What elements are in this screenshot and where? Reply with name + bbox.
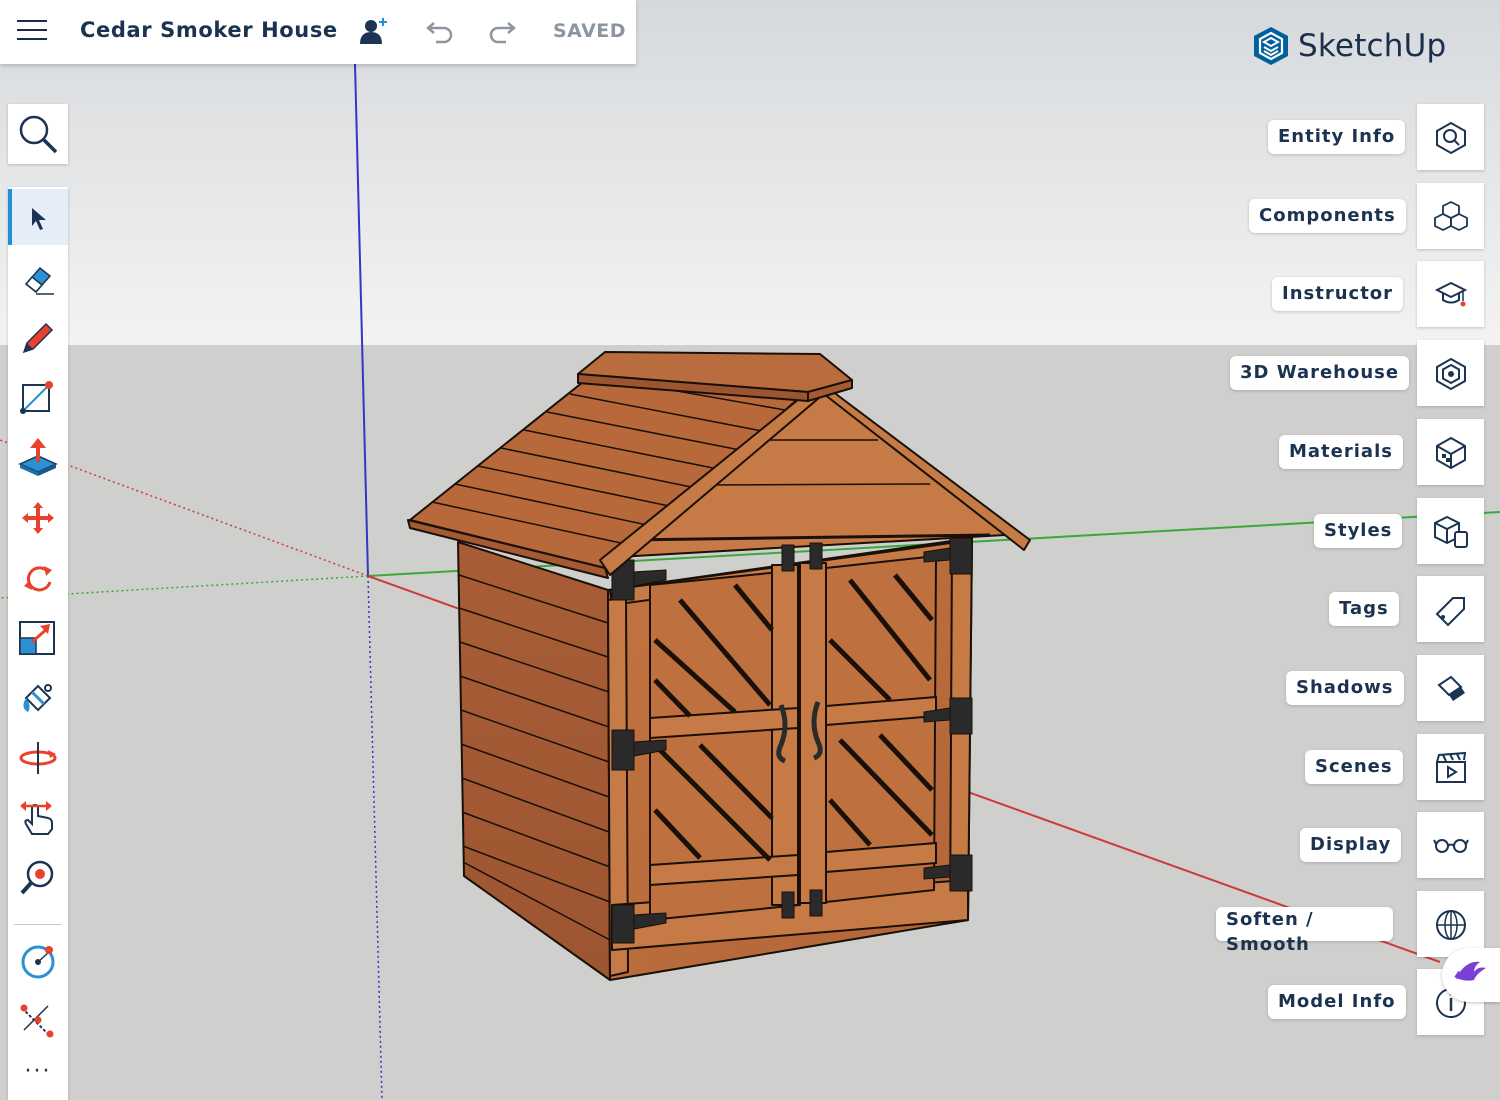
panel-label-entity-info[interactable]: Entity Info	[1268, 120, 1406, 154]
panel-label-model-info[interactable]: Model Info	[1268, 985, 1406, 1019]
scale-icon	[19, 621, 55, 655]
circle-tool[interactable]	[8, 931, 68, 987]
search-icon	[19, 115, 58, 154]
scenes-icon	[1436, 751, 1467, 783]
panel-label-soften-smooth[interactable]: Soften / Smooth	[1216, 907, 1393, 955]
scale-tool[interactable]	[8, 609, 68, 665]
tool-palette: ···	[8, 187, 68, 1100]
styles-button[interactable]	[1417, 498, 1484, 564]
arrow-cursor-icon	[32, 208, 46, 230]
glasses-icon	[1433, 839, 1469, 853]
toolbar-separator	[14, 924, 62, 925]
soften-icon	[1436, 910, 1466, 940]
document-title[interactable]: Cedar Smoker House	[80, 18, 338, 42]
materials-button[interactable]	[1417, 419, 1484, 485]
circle-icon	[21, 945, 55, 979]
entity-info-icon	[1436, 121, 1466, 155]
push-pull-icon	[18, 438, 58, 476]
add-collaborator-icon[interactable]	[356, 14, 392, 50]
panel-label-display[interactable]: Display	[1300, 828, 1402, 862]
assistant-button[interactable]	[1442, 948, 1500, 1002]
sketchup-logo-icon	[1254, 27, 1288, 65]
tape-measure-tool[interactable]	[8, 991, 68, 1047]
rotate-icon	[24, 566, 52, 592]
instructor-icon	[1434, 281, 1468, 307]
panel-label-tags[interactable]: Tags	[1329, 592, 1399, 626]
panel-label-shadows[interactable]: Shadows	[1286, 671, 1404, 705]
shadows-button[interactable]	[1417, 655, 1484, 721]
search-button[interactable]	[8, 104, 68, 164]
panel-label-instructor[interactable]: Instructor	[1272, 277, 1404, 311]
redo-icon[interactable]	[486, 14, 522, 50]
orbit-tool[interactable]	[8, 729, 68, 785]
tape-measure-icon	[20, 1004, 54, 1038]
zoom-extents-icon	[20, 860, 54, 895]
entity-info-button[interactable]	[1417, 104, 1484, 170]
rotate-tool[interactable]	[8, 549, 68, 605]
components-icon	[1434, 200, 1468, 232]
save-status: SAVED	[553, 20, 627, 42]
rectangle-icon	[20, 381, 53, 414]
tags-button[interactable]	[1417, 576, 1484, 642]
select-tool[interactable]	[8, 189, 68, 245]
hamburger-menu-icon[interactable]	[17, 20, 47, 44]
warehouse-icon	[1436, 357, 1466, 391]
zoom-extents-tool[interactable]	[8, 849, 68, 905]
scenes-button[interactable]	[1417, 734, 1484, 800]
paint-bucket-icon	[23, 684, 52, 712]
top-bar: Cedar Smoker House SAVED	[0, 0, 636, 64]
display-button[interactable]	[1417, 812, 1484, 878]
panel-label-materials[interactable]: Materials	[1279, 435, 1403, 469]
brand-name: SketchUp	[1298, 28, 1447, 64]
styles-icon	[1434, 515, 1468, 548]
3d-warehouse-button[interactable]	[1417, 340, 1484, 406]
instructor-button[interactable]	[1417, 261, 1484, 327]
push-pull-tool[interactable]	[8, 429, 68, 485]
pan-hand-icon	[20, 801, 53, 835]
assistant-icon	[1454, 961, 1486, 981]
undo-icon[interactable]	[420, 14, 456, 50]
panel-label-styles[interactable]: Styles	[1314, 514, 1403, 548]
panel-label-3d-warehouse[interactable]: 3D Warehouse	[1230, 356, 1410, 390]
eraser-icon	[24, 266, 54, 295]
pencil-tool[interactable]	[8, 309, 68, 365]
orbit-icon	[19, 742, 57, 774]
materials-icon	[1436, 436, 1466, 470]
components-button[interactable]	[1417, 183, 1484, 249]
move-tool[interactable]	[8, 489, 68, 545]
rectangle-tool[interactable]	[8, 369, 68, 425]
panel-label-scenes[interactable]: Scenes	[1305, 750, 1403, 784]
eraser-tool[interactable]	[8, 249, 68, 305]
tag-icon	[1435, 597, 1465, 627]
pencil-icon	[22, 322, 54, 354]
more-tools-button[interactable]: ···	[8, 1059, 68, 1084]
paint-bucket-tool[interactable]	[8, 669, 68, 725]
shadows-icon	[1437, 675, 1465, 701]
pan-tool[interactable]	[8, 789, 68, 845]
move-icon	[22, 502, 54, 534]
sketchup-logo: SketchUp	[1252, 24, 1446, 68]
panel-label-components[interactable]: Components	[1249, 199, 1406, 233]
